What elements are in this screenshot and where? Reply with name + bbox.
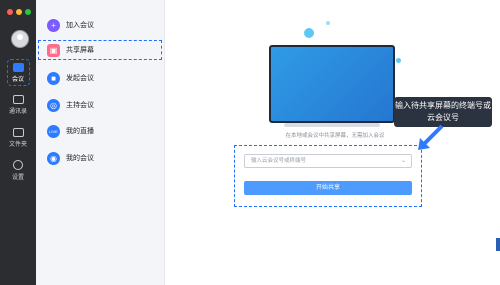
video-icon: ■ [47,71,60,85]
zoom-window-button[interactable] [25,9,31,15]
plus-icon: + [47,18,60,32]
menu-item-host-meeting[interactable]: ◎ 主持会议 [47,97,94,113]
calendar-icon: ◉ [47,151,60,165]
rail-item-label: 文件夹 [8,142,27,148]
avatar[interactable] [11,30,29,48]
minimize-window-button[interactable] [16,9,22,15]
folder-icon [12,128,24,137]
decor-bubble [326,21,330,25]
decor-bubble [304,28,314,38]
live-icon: LIVE [47,124,60,138]
rail-item-files[interactable]: 文件夹 [0,128,36,148]
menu-item-join-meeting[interactable]: + 加入会议 [47,17,94,33]
menu-item-label: 发起会议 [66,75,94,82]
start-sharing-button[interactable]: 开始共享 [244,181,412,195]
highlight-dash-rail [7,59,30,86]
rail-item-settings[interactable]: 设置 [0,160,36,181]
share-hint-text: 在本地或会议中共享屏幕，无需加入会议 [285,133,385,139]
gear-icon [13,160,23,170]
contacts-icon [12,95,24,104]
meeting-id-input[interactable]: 输入云会议号或终端号 ⌄ [244,154,412,168]
decor-bubble [396,58,401,63]
meeting-id-placeholder: 输入云会议号或终端号 [251,158,307,164]
highlight-dash-menu [38,40,162,60]
edge-tab [496,238,500,251]
share-screen-panel: 在本地或会议中共享屏幕，无需加入会议 输入云会议号或终端号 ⌄ 开始共享 输入待… [164,0,500,285]
menu-item-label: 主持会议 [66,102,94,109]
rail-item-label: 设置 [11,175,24,181]
monitor-stand [284,123,380,127]
menu-item-start-meeting[interactable]: ■ 发起会议 [47,70,94,86]
close-window-button[interactable] [7,9,13,15]
menu-item-label: 我的直播 [66,128,94,135]
chevron-down-icon[interactable]: ⌄ [401,155,406,167]
host-icon: ◎ [47,98,60,112]
rail-item-label: 通讯录 [8,109,27,115]
callout-arrow-icon [418,124,444,150]
menu-item-label: 我的会议 [66,155,94,162]
annotation-callout: 输入待共享屏幕的终端号或云会议号 [394,97,492,127]
menu-item-my-live[interactable]: LIVE 我的直播 [47,123,94,139]
monitor-illustration [269,45,395,123]
menu-item-label: 加入会议 [66,22,94,29]
rail-item-contacts[interactable]: 通讯录 [0,95,36,115]
menu-item-my-meetings[interactable]: ◉ 我的会议 [47,150,94,166]
left-nav-rail: 会议 通讯录 文件夹 设置 [0,0,36,285]
